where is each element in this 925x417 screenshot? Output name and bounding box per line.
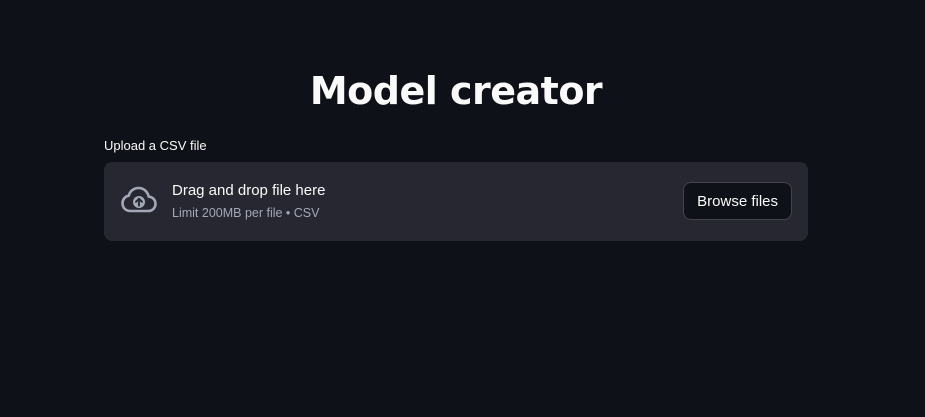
upload-label: Upload a CSV file — [104, 138, 207, 153]
file-dropzone[interactable]: Drag and drop file here Limit 200MB per … — [104, 162, 808, 241]
browse-files-button[interactable]: Browse files — [683, 182, 792, 220]
drop-text: Drag and drop file here — [172, 182, 326, 199]
file-limit-text: Limit 200MB per file • CSV — [172, 206, 320, 220]
page-title: Model creator — [309, 69, 603, 113]
cloud-upload-icon — [120, 184, 158, 216]
dropzone-instructions: Drag and drop file here Limit 200MB per … — [172, 181, 325, 221]
